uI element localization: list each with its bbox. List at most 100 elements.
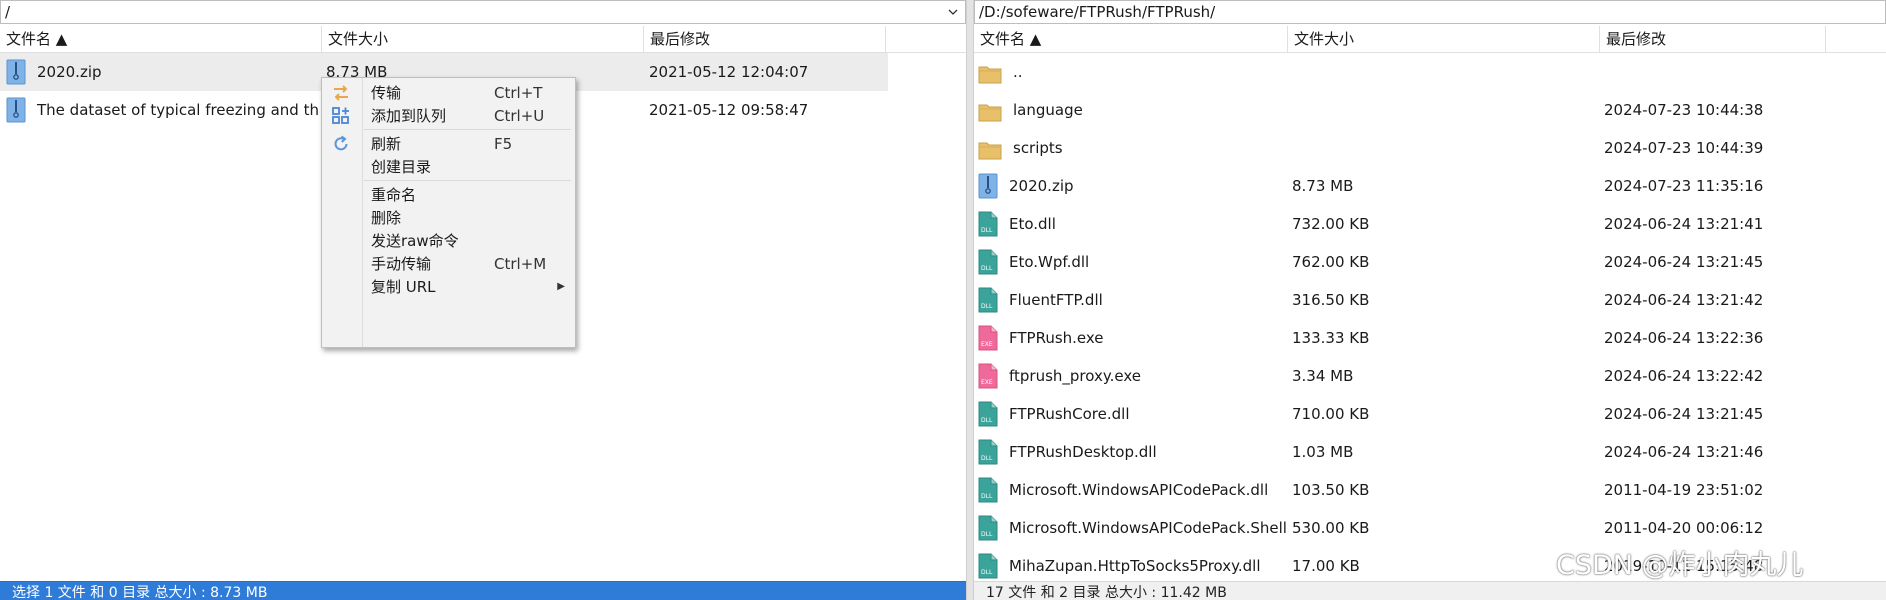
file-size: 732.00 KB (1292, 215, 1370, 233)
menu-item-create-directory[interactable]: 创建目录 (362, 154, 575, 180)
table-row[interactable]: DLL FTPRushDesktop.dll 1.03 MB 2024-06-24 1… (974, 433, 1886, 471)
file-name: FTPRushCore.dll (1009, 405, 1130, 423)
svg-text:EXE: EXE (981, 379, 993, 386)
svg-text:DLL: DLL (981, 303, 993, 310)
column-header-name[interactable]: 文件名 ▲ (974, 26, 1288, 52)
file-size: 8.73 MB (1292, 177, 1354, 195)
table-row[interactable]: .. (974, 53, 1886, 91)
menu-item-label: 添加到队列 (371, 107, 447, 125)
svg-text:EXE: EXE (981, 341, 993, 348)
context-menu: 传输 Ctrl+T 添加到队列 Ctrl+U 刷新 F5 创建目录 重命名 删除… (321, 77, 576, 348)
file-name: FTPRushDesktop.dll (1009, 443, 1157, 461)
table-row[interactable]: DLL Microsoft.WindowsAPICodePack.Shell 530… (974, 509, 1886, 547)
table-row[interactable]: 2020.zip 8.73 MB 2024-07-23 11:35:16 (974, 167, 1886, 205)
svg-text:DLL: DLL (981, 531, 993, 538)
transfer-icon (334, 85, 348, 101)
left-column-header: 文件名 ▲ 文件大小 最后修改 (0, 26, 966, 53)
zip-file-icon (6, 97, 26, 123)
file-size: 710.00 KB (1292, 405, 1370, 423)
file-modified: 2011-04-20 00:06:12 (1604, 519, 1764, 537)
menu-item-label: 创建目录 (371, 158, 432, 176)
column-header-size[interactable]: 文件大小 (1288, 26, 1600, 52)
file-modified: 2024-06-24 13:21:42 (1604, 291, 1764, 309)
submenu-arrow-icon: ▶ (557, 281, 565, 292)
file-name: FTPRush.exe (1009, 329, 1104, 347)
file-size: 762.00 KB (1292, 253, 1370, 271)
table-row[interactable]: DLL Microsoft.WindowsAPICodePack.dll 103.5… (974, 471, 1886, 509)
file-name: .. (1013, 63, 1023, 81)
file-size (1292, 53, 1592, 91)
table-row[interactable]: DLL Eto.dll 732.00 KB 2024-06-24 13:21:41 (974, 205, 1886, 243)
table-row[interactable]: DLL Eto.Wpf.dll 762.00 KB 2024-06-24 13:21:… (974, 243, 1886, 281)
menu-separator (364, 180, 571, 181)
exe-file-icon: EXE (978, 363, 998, 389)
right-path-bar[interactable]: /D:/sofeware/FTPRush/FTPRush/ (974, 0, 1886, 24)
dll-file-icon: DLL (978, 515, 998, 541)
table-row[interactable]: DLL FTPRushCore.dll 710.00 KB 2024-06-24 13… (974, 395, 1886, 433)
file-modified: 2024-06-24 13:21:41 (1604, 215, 1764, 233)
table-row[interactable]: scripts 2024-07-23 10:44:39 (974, 129, 1886, 167)
column-header-size[interactable]: 文件大小 (322, 26, 644, 52)
file-size: 3.34 MB (1292, 367, 1354, 385)
file-name: Microsoft.WindowsAPICodePack.dll (1009, 481, 1269, 499)
file-size: 316.50 KB (1292, 291, 1370, 309)
svg-text:DLL: DLL (981, 455, 993, 462)
file-modified: 2024-06-24 13:21:46 (1604, 443, 1764, 461)
svg-text:DLL: DLL (981, 493, 993, 500)
file-size: 103.50 KB (1292, 481, 1370, 499)
column-header-modified[interactable]: 最后修改 (1600, 26, 1826, 52)
pane-splitter[interactable] (966, 0, 974, 600)
table-row[interactable]: DLL FluentFTP.dll 316.50 KB 2024-06-24 13:2… (974, 281, 1886, 319)
exe-file-icon: EXE (978, 325, 998, 351)
file-modified (1604, 53, 1826, 91)
svg-text:DLL: DLL (981, 569, 993, 576)
left-path-bar[interactable]: / (0, 0, 966, 24)
file-name: Eto.dll (1009, 215, 1056, 233)
file-modified: 2024-06-24 13:21:45 (1604, 405, 1764, 423)
file-name: language (1013, 101, 1083, 119)
file-name: Microsoft.WindowsAPICodePack.Shell (1009, 519, 1287, 537)
file-modified: 2024-07-23 11:35:16 (1604, 177, 1764, 195)
menu-item-shortcut: Ctrl+U (494, 107, 545, 125)
file-modified: 2024-07-23 10:44:38 (1604, 101, 1764, 119)
file-modified: 2021-05-12 09:58:47 (649, 101, 809, 119)
file-name: FluentFTP.dll (1009, 291, 1103, 309)
table-row[interactable]: EXE FTPRush.exe 133.33 KB 2024-06-24 13:22:… (974, 319, 1886, 357)
column-header-name[interactable]: 文件名 ▲ (0, 26, 322, 52)
dll-file-icon: DLL (978, 401, 998, 427)
chevron-down-icon[interactable] (941, 1, 965, 23)
menu-item-add-to-queue[interactable]: 添加到队列 Ctrl+U (362, 103, 575, 129)
file-name: MihaZupan.HttpToSocks5Proxy.dll (1009, 557, 1261, 575)
menu-item-label: 复制 URL (371, 278, 436, 296)
file-name: scripts (1013, 139, 1063, 157)
file-size: 133.33 KB (1292, 329, 1370, 347)
refresh-icon (334, 135, 348, 151)
zip-file-icon (6, 59, 26, 85)
watermark: CSDN @炸小肉丸儿 (1556, 550, 1804, 581)
folder-icon (978, 137, 1002, 160)
zip-file-icon (978, 173, 998, 199)
remote-file-pane: /D:/sofeware/FTPRush/FTPRush/ 文件名 ▲ 文件大小… (974, 0, 1886, 600)
file-name: 2020.zip (37, 63, 102, 81)
file-modified: 2024-07-23 10:44:39 (1604, 139, 1764, 157)
menu-item-copy-url[interactable]: 复制 URL ▶ (362, 274, 575, 300)
folder-icon (978, 99, 1002, 122)
svg-text:DLL: DLL (981, 227, 993, 234)
column-header-modified[interactable]: 最后修改 (644, 26, 886, 52)
file-name: Eto.Wpf.dll (1009, 253, 1090, 271)
dll-file-icon: DLL (978, 211, 998, 237)
file-name: 2020.zip (1009, 177, 1074, 195)
right-path-text: /D:/sofeware/FTPRush/FTPRush/ (979, 3, 1216, 21)
dll-file-icon: DLL (978, 477, 998, 503)
file-modified: 2024-06-24 13:22:36 (1604, 329, 1764, 347)
dll-file-icon: DLL (978, 553, 998, 579)
right-column-header: 文件名 ▲ 文件大小 最后修改 (974, 26, 1886, 53)
left-status-bar: 选择 1 文件 和 0 目录 总大小 : 8.73 MB (0, 581, 966, 600)
table-row[interactable]: language 2024-07-23 10:44:38 (974, 91, 1886, 129)
svg-text:DLL: DLL (981, 265, 993, 272)
menu-separator (364, 129, 571, 130)
left-path-text: / (5, 3, 11, 21)
file-modified: 2021-05-12 12:04:07 (649, 63, 809, 81)
file-size: 530.00 KB (1292, 519, 1370, 537)
table-row[interactable]: EXE ftprush_proxy.exe 3.34 MB 2024-06-24 13… (974, 357, 1886, 395)
